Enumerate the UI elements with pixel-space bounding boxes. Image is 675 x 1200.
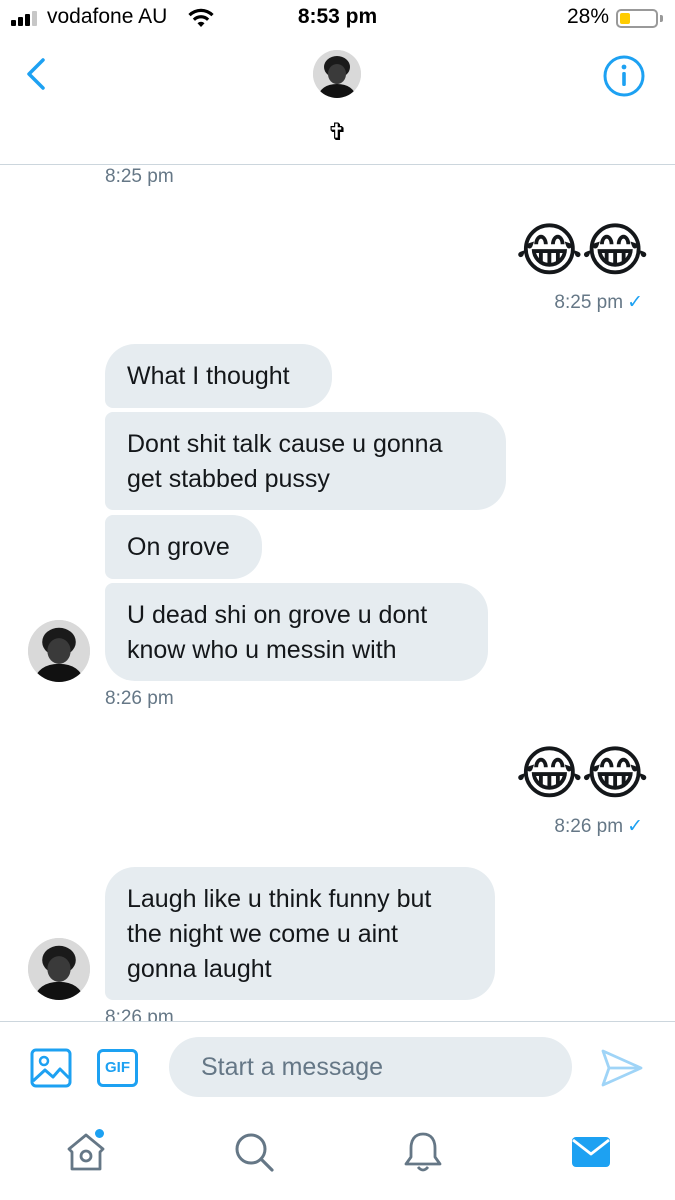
image-icon[interactable] bbox=[30, 1048, 72, 1088]
message-line: Laugh like u think funny but bbox=[127, 885, 432, 913]
message-timestamp: 8:26 pm bbox=[105, 1007, 174, 1021]
avatar[interactable] bbox=[28, 938, 90, 1000]
message-list[interactable]: 8:25 pm 😂😂 8:25 pm ✓ What I thought Dont … bbox=[0, 165, 675, 1021]
bell-icon[interactable] bbox=[400, 1129, 446, 1175]
sent-emoji-message[interactable]: 😂😂 bbox=[515, 219, 649, 283]
received-message-bubble[interactable]: Dont shit talk cause u gonna get stabbed… bbox=[105, 412, 506, 510]
message-line: On grove bbox=[127, 533, 230, 561]
message-timestamp: 8:25 pm bbox=[105, 166, 174, 187]
avatar[interactable] bbox=[28, 620, 90, 682]
chevron-left-icon[interactable] bbox=[18, 54, 58, 94]
message-line: Dont shit talk cause u gonna bbox=[127, 430, 443, 458]
notification-dot bbox=[95, 1129, 104, 1138]
gif-button[interactable]: GIF bbox=[97, 1049, 138, 1087]
message-timestamp: 8:26 pm bbox=[105, 688, 174, 709]
avatar-photo bbox=[28, 938, 90, 1000]
sent-emoji-message[interactable]: 😂😂 bbox=[515, 742, 649, 806]
battery-percent: 28% bbox=[567, 5, 610, 28]
avatar[interactable] bbox=[313, 50, 361, 98]
avatar-photo bbox=[28, 620, 90, 682]
status-bar: vodafone AU 8:53 pm 28% bbox=[0, 0, 675, 38]
read-receipt-icon: ✓ bbox=[627, 292, 643, 313]
read-receipt-icon: ✓ bbox=[627, 816, 643, 837]
message-input[interactable] bbox=[169, 1037, 572, 1097]
message-line: What I thought bbox=[127, 362, 290, 390]
message-line: get stabbed pussy bbox=[127, 465, 330, 493]
avatar-photo bbox=[313, 50, 361, 98]
contact-name: ✞ bbox=[327, 119, 348, 146]
info-icon[interactable] bbox=[602, 54, 646, 98]
received-message-bubble[interactable]: What I thought bbox=[105, 344, 332, 408]
search-icon[interactable] bbox=[231, 1129, 277, 1175]
message-line: U dead shi on grove u dont bbox=[127, 601, 428, 629]
message-timestamp: 8:26 pm ✓ bbox=[554, 816, 643, 837]
received-message-bubble[interactable]: On grove bbox=[105, 515, 262, 579]
received-message-bubble[interactable]: Laugh like u think funny but the night w… bbox=[105, 867, 495, 1000]
message-composer: GIF bbox=[0, 1021, 675, 1118]
message-line: the night we come u aint bbox=[127, 920, 398, 948]
message-timestamp: 8:25 pm ✓ bbox=[554, 292, 643, 313]
message-line: know who u messin with bbox=[127, 636, 397, 664]
send-icon[interactable] bbox=[600, 1047, 644, 1089]
battery-level bbox=[620, 13, 630, 24]
received-message-bubble[interactable]: U dead shi on grove u dont know who u me… bbox=[105, 583, 488, 681]
battery-nub bbox=[660, 15, 663, 22]
battery-icon bbox=[616, 9, 658, 28]
mail-icon[interactable] bbox=[568, 1129, 614, 1175]
conversation-header: ✞ bbox=[0, 38, 675, 165]
tab-bar bbox=[0, 1117, 675, 1200]
message-line: gonna laught bbox=[127, 955, 272, 983]
